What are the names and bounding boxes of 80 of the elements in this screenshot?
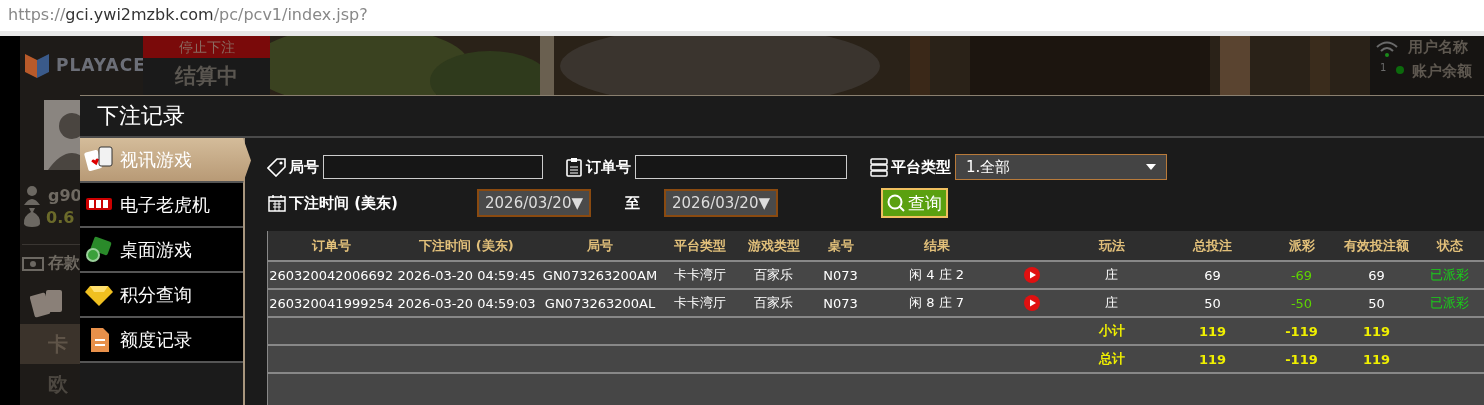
playing-cards-icon xyxy=(30,288,64,318)
table-cell: -119 xyxy=(1263,345,1340,373)
column-header: 派彩 xyxy=(1263,231,1340,261)
search-icon xyxy=(886,193,906,213)
table-cell: 闲 8 庄 7 xyxy=(871,289,1002,317)
table-cell: 119 xyxy=(1161,317,1264,345)
dialog-title: 下注记录 xyxy=(80,96,1484,138)
field-label: 局号 xyxy=(289,157,319,177)
column-header: 结果 xyxy=(871,231,1002,261)
input-field[interactable] xyxy=(635,155,847,179)
line-number: 1 xyxy=(1380,62,1387,73)
round-status: 结算中 xyxy=(174,63,239,90)
caret-icon xyxy=(1146,164,1156,170)
table-cell: 庄 xyxy=(1061,261,1162,289)
table-cell: 260320042006692 xyxy=(267,261,395,289)
menu-item[interactable]: 电子老虎机 xyxy=(80,183,243,228)
table-cell: 50 xyxy=(1161,289,1264,317)
table-cell: 119 xyxy=(1339,317,1414,345)
table-cell: 总计 xyxy=(1061,345,1162,373)
field-label: 平台类型 xyxy=(891,157,951,177)
table-cell: -119 xyxy=(1263,317,1340,345)
list-icon xyxy=(869,157,889,177)
play-icon[interactable] xyxy=(1023,295,1040,312)
date-dropdown[interactable]: 2026/03/20▼ xyxy=(477,189,591,217)
table-cell: 闲 4 庄 2 xyxy=(871,261,1002,289)
username: g90 xyxy=(48,185,82,205)
bet-status-banner: 停止下注 xyxy=(143,36,270,58)
platform-dropdown[interactable]: 1.全部 xyxy=(955,154,1167,180)
table-cell: 卡卡湾厅 xyxy=(661,289,738,317)
table-cell: GN073263200AM xyxy=(538,261,662,289)
table-cell: 百家乐 xyxy=(737,261,810,289)
column-header: 总投注 xyxy=(1161,231,1264,261)
table-cell: 50 xyxy=(1339,289,1414,317)
table-cell: 庄 xyxy=(1061,289,1162,317)
table-cell: 260320041999254 xyxy=(267,289,395,317)
table-cell: 69 xyxy=(1339,261,1414,289)
table-cell: N073 xyxy=(809,289,872,317)
table-cell: 2026-03-20 04:59:03 xyxy=(394,289,539,317)
field-label: 订单号 xyxy=(586,157,631,177)
balance: 0.6 xyxy=(46,207,75,227)
table-cell: -50 xyxy=(1263,289,1340,317)
table-cell: 小计 xyxy=(1061,317,1162,345)
cash-icon xyxy=(22,255,44,272)
input-field[interactable] xyxy=(323,155,543,179)
column-header: 状态 xyxy=(1413,231,1484,261)
table-cell: 百家乐 xyxy=(737,289,810,317)
money-icon xyxy=(84,234,114,265)
range-separator: 至 xyxy=(625,193,640,213)
menu-item[interactable]: 桌面游戏 xyxy=(80,228,243,273)
logo-text: PLAYACE xyxy=(56,55,146,75)
column-header: 玩法 xyxy=(1061,231,1162,261)
status-dot-icon xyxy=(1396,66,1405,74)
table-cell: GN073263200AL xyxy=(538,289,662,317)
field-label: 下注时间 (美东) xyxy=(289,193,399,213)
calendar-icon xyxy=(267,193,287,213)
table-cell: 卡卡湾厅 xyxy=(661,261,738,289)
column-header: 平台类型 xyxy=(661,231,738,261)
table-cell: 119 xyxy=(1161,345,1264,373)
table-cell: 已派彩 xyxy=(1413,261,1484,289)
avatar-icon xyxy=(44,100,80,170)
clipboard-icon xyxy=(564,157,584,177)
table-cell: 2026-03-20 04:59:45 xyxy=(394,261,539,289)
tag-icon xyxy=(267,157,287,177)
date-dropdown[interactable]: 2026/03/20▼ xyxy=(664,189,778,217)
column-header: 订单号 xyxy=(267,231,395,261)
play-icon[interactable] xyxy=(1023,267,1040,284)
table-cell: N073 xyxy=(809,261,872,289)
column-header: 局号 xyxy=(538,231,662,261)
column-header: 下注时间 (美东) xyxy=(394,231,539,261)
table-cell: 119 xyxy=(1339,345,1414,373)
table-cell: -69 xyxy=(1263,261,1340,289)
table-cell: 69 xyxy=(1161,261,1264,289)
info-label: 账户余额 xyxy=(1412,62,1473,81)
column-header: 桌号 xyxy=(809,231,872,261)
column-header: 游戏类型 xyxy=(737,231,810,261)
menu-item[interactable]: 额度记录 xyxy=(80,318,243,363)
table-cell: 已派彩 xyxy=(1413,289,1484,317)
info-label: 用户名称 xyxy=(1408,38,1468,57)
column-header: 有效投注额 xyxy=(1339,231,1414,261)
menu-item[interactable]: 积分查询 xyxy=(80,273,243,318)
